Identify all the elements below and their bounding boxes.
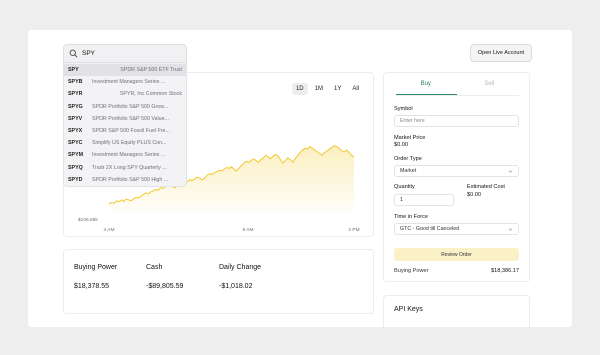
time-in-force-label: Time in Force [394,214,428,220]
search-result-item[interactable]: SPYV SPDR Portfolio S&P 500 Value... [64,113,186,125]
order-type-select[interactable]: Market [394,165,519,177]
tab-buy[interactable]: Buy [394,81,458,95]
y-axis-min-label: $106.59k [78,217,98,223]
search-result-item[interactable]: SPYR SPYR, Inc Common Stock [64,88,186,100]
result-name: Simplify US Equity PLUS Con... [92,140,167,147]
tab-sell[interactable]: Sell [458,81,522,95]
buying-power-value: $18,386.17 [491,268,519,274]
result-symbol: SPYB [68,79,83,86]
symbol-label: Symbol [394,106,413,112]
search-result-item[interactable]: SPYB Investment Managers Series ... [64,76,186,88]
order-type-value: Market [400,168,417,174]
result-name: Investment Managers Series ... [92,79,166,86]
quantity-field[interactable]: 1 [394,194,454,206]
x-axis-label: 4 AM [104,227,115,233]
result-name: SPDR Portfolio S&P 500 Value... [92,115,169,122]
balance-daily-change: Daily Change -$1,018.02 [219,264,261,290]
x-axis-label: 2 PM [348,227,359,233]
result-symbol: SPYD [68,176,83,183]
x-axis-label: 8 AM [243,227,254,233]
result-symbol: SPYG [68,103,83,110]
result-name: SPDR S&P 500 ETF Trust [120,67,182,74]
market-price-value: $0.00 [394,142,408,148]
result-symbol: SPYR [68,91,83,98]
result-name: SPDR Portfolio S&P 500 Grow... [92,103,169,110]
search-input[interactable] [82,50,178,57]
time-in-force-value: GTC - Good till Canceled [400,226,460,232]
search-result-item[interactable]: SPYG SPDR Portfolio S&P 500 Grow... [64,101,186,113]
search-icon [69,49,78,58]
order-buying-power: Buying Power $18,386.17 [394,268,519,274]
balances-card: Buying Power $18,378.55 Cash -$89,805.59 Dai… [63,249,374,314]
result-symbol: SPY [68,67,79,74]
time-in-force-select[interactable]: GTC - Good till Canceled [394,223,519,235]
search-result-item[interactable]: SPYQ Tradr 2X Long SPY Quarterly ... [64,162,186,174]
market-price-label: Market Price [394,135,426,141]
balance-label: Daily Change [219,264,262,271]
balance-label: Buying Power [74,264,118,271]
balance-cash: Cash -$89,805.59 [146,264,183,290]
search-results-dropdown: SPY SPDR S&P 500 ETF Trust SPYB Investment … [63,63,187,187]
order-type-tabs: Buy Sell [394,81,521,95]
result-name: SPYR, Inc Common Stock [119,91,182,98]
search-result-item[interactable]: SPYD SPDR Portfolio S&P 500 High ... [64,174,186,186]
search-result-item[interactable]: SPYM Investment Managers Series ... [64,149,186,161]
result-symbol: SPYQ [68,164,83,171]
estimated-cost-value: $0.00 [467,192,481,198]
chevron-down-icon [508,228,513,231]
result-symbol: SPYM [68,152,84,159]
result-symbol: SPYC [68,140,83,147]
search-result-item[interactable]: SPYX SPDR S&P 500 Fossil Fuel Fre... [64,125,186,137]
order-type-label: Order Type [394,156,422,162]
balance-value: -$1,018.02 [219,283,253,290]
search-result-item[interactable]: SPYC Simplify US Equity PLUS Con... [64,137,186,149]
symbol-search[interactable] [63,44,187,63]
search-result-item[interactable]: SPY SPDR S&P 500 ETF Trust [64,64,186,77]
order-panel: Buy Sell Symbol Enter here Market Price … [383,72,530,282]
result-name: Investment Managers Series ... [92,152,166,159]
balance-value: $18,378.55 [74,283,110,290]
result-name: SPDR Portfolio S&P 500 High ... [92,176,169,183]
chevron-down-icon [508,170,513,173]
symbol-field[interactable]: Enter here [394,115,519,127]
open-live-account-button[interactable]: Open Live Account [470,44,532,62]
buying-power-label: Buying Power [394,268,429,274]
quantity-label: Quantity [394,184,415,190]
balance-value: -$89,805.59 [146,283,184,290]
active-tab-underline [396,94,457,95]
result-symbol: SPYV [68,115,83,122]
balance-label: Cash [146,264,163,271]
result-name: SPDR S&P 500 Fossil Fuel Fre... [92,128,170,135]
result-symbol: SPYX [68,128,83,135]
api-keys-card: API Keys [383,295,530,327]
estimated-cost-label: Estimated Cost [467,184,505,190]
review-order-button[interactable]: Review Order [394,248,519,261]
tab-divider [396,95,519,96]
result-name: Tradr 2X Long SPY Quarterly ... [92,164,167,171]
balance-buying-power: Buying Power $18,378.55 [74,264,117,290]
api-keys-title: API Keys [394,306,423,313]
trading-dashboard: SPY SPDR S&P 500 ETF Trust SPYB Investment … [28,30,572,327]
